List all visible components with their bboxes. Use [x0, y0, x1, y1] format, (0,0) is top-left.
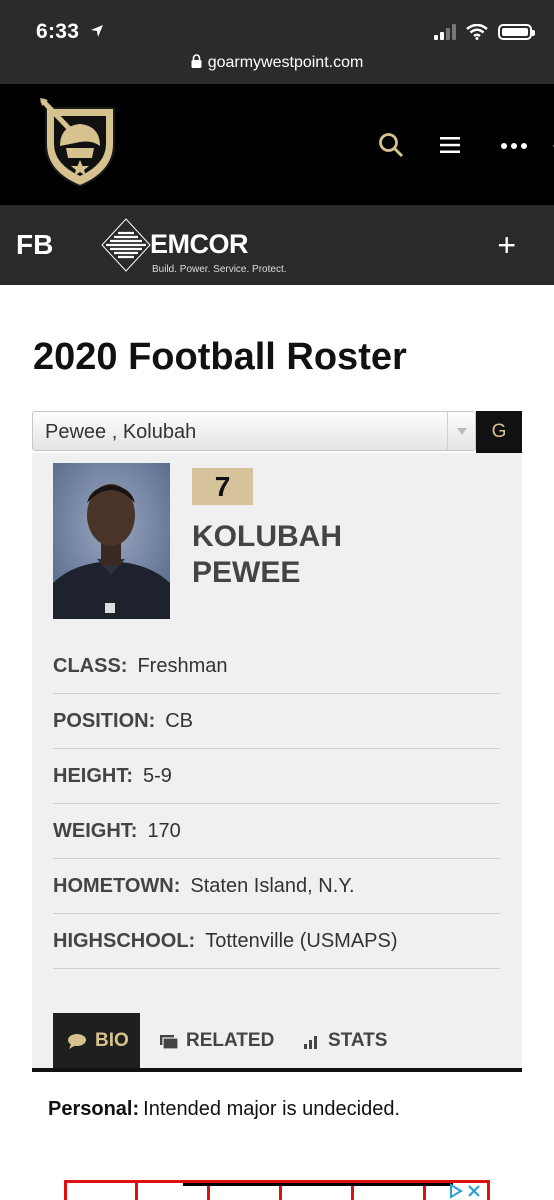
go-button[interactable]: G [476, 411, 522, 453]
player-select-value: Pewee , Kolubah [45, 421, 197, 443]
info-value: 5-9 [143, 765, 172, 787]
info-row-highschool: HIGHSCHOOL: Tottenville (USMAPS) [53, 914, 500, 969]
stack-icon [160, 1035, 178, 1049]
menu-icon[interactable] [440, 136, 460, 154]
status-bar: 6:33 goarmywestpoint.com [0, 0, 554, 84]
info-value: Freshman [137, 655, 228, 677]
info-label: HEIGHT: [53, 765, 133, 787]
more-icon[interactable] [500, 142, 528, 150]
info-row-class: CLASS: Freshman [53, 639, 500, 694]
info-row-position: POSITION: CB [53, 694, 500, 749]
info-label: POSITION: [53, 710, 156, 732]
player-card: 7 KOLUBAH PEWEE CLASS: Freshman POSITION:… [32, 453, 522, 1069]
page-title: 2020 Football Roster [33, 336, 407, 378]
player-select[interactable]: Pewee , Kolubah [32, 411, 476, 451]
player-info-list: CLASS: Freshman POSITION: CB HEIGHT: 5-9 WE… [53, 639, 500, 969]
info-value: CB [165, 710, 194, 732]
player-first-name: KOLUBAH [192, 520, 342, 553]
army-west-point-logo[interactable] [40, 98, 120, 188]
sponsor-bar: FB EMCOR Build. Power. Service. Protect.… [0, 205, 554, 285]
clock: 6:33 [36, 20, 80, 43]
location-arrow-icon [91, 25, 103, 37]
info-row-weight: WEIGHT: 170 [53, 804, 500, 859]
tab-related[interactable]: RELATED [160, 1013, 274, 1069]
tab-bio[interactable]: BIO [53, 1013, 140, 1069]
profile-tabs: BIO RELATED STATS [53, 1013, 522, 1069]
search-icon[interactable] [378, 132, 404, 158]
bar-chart-icon [304, 1036, 317, 1049]
status-icons [434, 24, 535, 40]
player-name: KOLUBAH PEWEE [192, 519, 342, 591]
sponsor-tagline: Build. Power. Service. Protect. [152, 264, 287, 275]
wifi-icon [466, 24, 488, 40]
tab-label: STATS [328, 1030, 388, 1051]
tab-label: RELATED [186, 1030, 275, 1051]
bio-personal-label: Personal: [48, 1098, 140, 1120]
adchoices-icon[interactable] [449, 1183, 483, 1199]
lock-icon [191, 54, 202, 68]
emcor-logo-icon [101, 218, 151, 272]
site-header [0, 84, 554, 205]
expand-plus-icon[interactable]: + [497, 227, 516, 264]
info-label: WEIGHT: [53, 820, 138, 842]
battery-icon [498, 24, 535, 40]
advertisement[interactable] [64, 1180, 490, 1200]
bio-personal: Personal: Intended major is undecided. [48, 1098, 400, 1121]
info-value: Tottenville (USMAPS) [205, 930, 398, 952]
info-row-hometown: HOMETOWN: Staten Island, N.Y. [53, 859, 500, 914]
bio-personal-text: Intended major is undecided. [143, 1098, 400, 1120]
info-label: HIGHSCHOOL: [53, 930, 196, 952]
player-photo [53, 463, 170, 619]
url-text: goarmywestpoint.com [207, 54, 364, 71]
speech-bubble-icon [68, 1034, 86, 1049]
info-value: Staten Island, N.Y. [190, 875, 355, 897]
tab-stats[interactable]: STATS [304, 1013, 387, 1069]
info-value: 170 [147, 820, 181, 842]
sport-label[interactable]: FB [16, 229, 53, 261]
cellular-signal-icon [434, 24, 456, 40]
sponsor-brand: EMCOR [150, 229, 249, 259]
info-row-height: HEIGHT: 5-9 [53, 749, 500, 804]
info-label: CLASS: [53, 655, 128, 677]
tabs-underline [32, 1068, 522, 1072]
player-selector: Pewee , Kolubah G [32, 411, 522, 453]
dropdown-arrow-icon[interactable] [447, 412, 475, 450]
url-bar[interactable]: goarmywestpoint.com [0, 54, 554, 72]
tab-label: BIO [95, 1030, 129, 1051]
jersey-number: 7 [192, 468, 253, 505]
info-label: HOMETOWN: [53, 875, 181, 897]
player-last-name: PEWEE [192, 556, 301, 589]
